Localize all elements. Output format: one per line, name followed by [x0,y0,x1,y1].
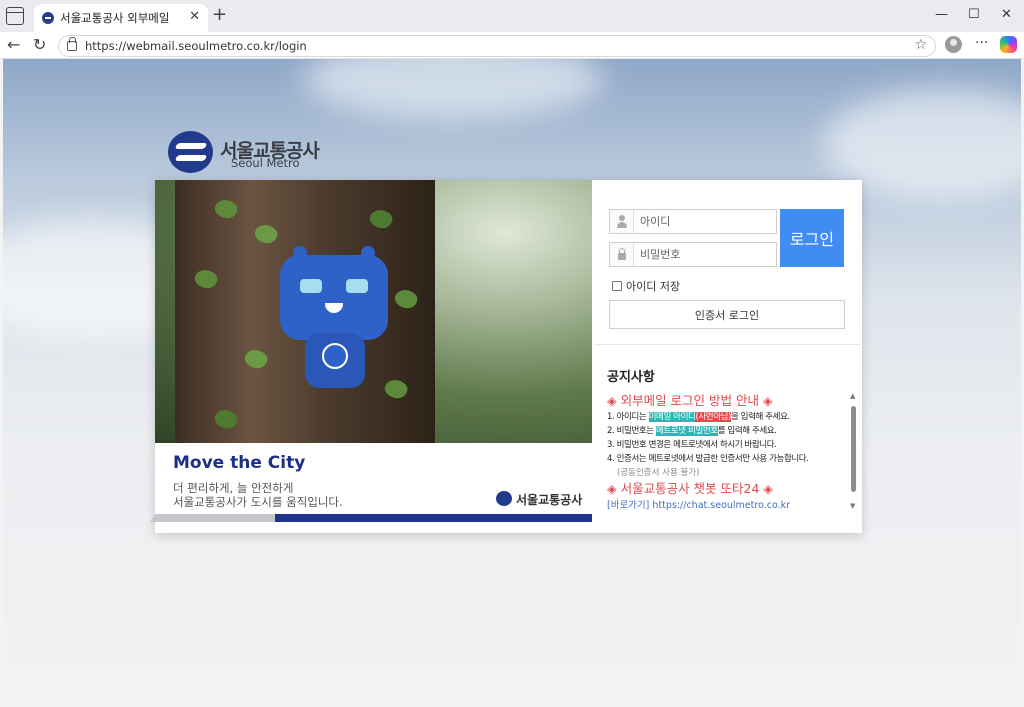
notice-line-4-note: (공동인증서 사용 불가) [617,468,700,478]
shortcut-url[interactable]: https://chat.seoulmetro.co.kr [652,500,790,511]
tab-actions-icon[interactable] [6,7,24,25]
mascot-mouth-shape [325,303,343,313]
refresh-icon[interactable]: ↻ [33,35,46,54]
navy-stripe [275,514,592,522]
notice-content[interactable]: ◈ 외부메일 로그인 방법 안내 ◈ 1. 아이디는 이메일 아이디(사번아님)… [607,392,845,514]
tab-title: 서울교통공사 외부메일 [60,11,170,25]
seoul-metro-emblem-icon [168,131,213,173]
shortcut-label[interactable]: [바로가기] [607,500,649,511]
certificate-login-button[interactable]: 인증서 로그인 [609,300,845,329]
person-icon [610,210,634,233]
slogan-subtitle-line2: 서울교통공사가 도시를 움직입니다. [173,495,343,509]
favicon-icon [42,12,54,24]
divider [594,344,860,345]
profile-icon[interactable] [945,36,962,53]
notice-line-2: 2. 비밀번호는 메트로넷 비밀번호를 입력해 주세요. [607,424,845,438]
notice-line-3: 3. 비밀번호 변경은 메트로넷에서 하시기 바랍니다. [607,440,777,450]
browser-nav-bar: ← ↻ https://webmail.seoulmetro.co.kr/log… [0,32,1024,59]
back-icon[interactable]: ← [7,35,20,54]
id-input[interactable] [640,213,770,230]
footer-logo-text: 서울교통공사 [516,493,583,507]
login-panel: 로그인 아이디 저장 인증서 로그인 공지사항 ◈ 외부메일 로그인 방법 안내… [592,180,862,533]
logo-english-text: Seoul Metro [231,156,300,170]
mascot-head-shape [280,255,388,340]
save-id-checkbox[interactable] [612,281,622,291]
lock-icon[interactable] [67,37,77,51]
notice-highlight-metronet-password: 메트로넷 비밀번호 [656,426,718,436]
address-bar[interactable]: https://webmail.seoulmetro.co.kr/login ☆ [58,35,936,57]
notice-line-2-prefix: 2. 비밀번호는 [607,426,657,436]
login-card: Move the City 더 편리하게, 늘 안전하게 서울교통공사가 도시를… [150,180,862,533]
password-field[interactable] [609,242,777,267]
login-button[interactable]: 로그인 [780,209,844,267]
notice-scrollbar[interactable]: ▲ ▼ [849,392,858,514]
scroll-down-icon[interactable]: ▼ [850,502,855,510]
notice-line-4: 4. 인증서는 메트로넷에서 발급한 인증서만 사용 가능합니다. [607,454,809,464]
cloud-decoration [303,59,603,119]
copilot-icon[interactable] [1000,36,1017,53]
mascot-photo [155,180,592,443]
notice-line-2-suffix: 를 입력해 주세요. [717,426,777,436]
browser-tab-bar: 서울교통공사 외부메일 ✕ + — ☐ ✕ [0,0,1024,32]
chatbot-shortcut-link[interactable]: [바로가기] https://chat.seoulmetro.co.kr [607,498,845,514]
mascot-eye-shape [346,279,368,293]
new-tab-button[interactable]: + [212,4,227,25]
slogan-title: Move the City [173,453,306,473]
browser-tab[interactable]: 서울교통공사 외부메일 ✕ [34,4,208,32]
notice-heading-chatbot: ◈ 서울교통공사 챗봇 또타24 ◈ [607,481,774,496]
notice-line-1-prefix: 1. 아이디는 [607,412,649,422]
minimize-icon[interactable]: — [935,7,948,22]
notice-highlight-not-employee-no: (사번아님) [695,412,731,422]
lock-icon [610,243,634,266]
notice-line-1: 1. 아이디는 이메일 아이디(사번아님)을 입력해 주세요. [607,410,845,424]
scroll-thumb[interactable] [851,406,856,492]
mascot-eye-shape [300,279,322,293]
scroll-up-icon[interactable]: ▲ [850,392,855,400]
more-menu-icon[interactable]: ··· [975,35,988,51]
mascot-body-shape [305,333,365,388]
mascot-logo-badge-icon [322,343,348,369]
favorite-star-icon[interactable]: ☆ [914,37,927,53]
notice-title: 공지사항 [607,370,655,385]
notice-line-1-suffix: 을 입력해 주세요. [730,412,790,422]
save-id-label[interactable]: 아이디 저장 [626,278,680,294]
notice-heading-login-guide: ◈ 외부메일 로그인 방법 안내 ◈ [607,393,773,408]
maximize-icon[interactable]: ☐ [968,7,980,22]
close-tab-icon[interactable]: ✕ [189,9,200,24]
id-field[interactable] [609,209,777,234]
save-id-option[interactable]: 아이디 저장 [612,278,680,294]
seoul-metro-emblem-icon [496,491,512,506]
close-window-icon[interactable]: ✕ [1001,7,1012,22]
url-text[interactable]: https://webmail.seoulmetro.co.kr/login [85,39,307,53]
password-input[interactable] [640,246,770,263]
notice-highlight-email-id: 이메일 아이디 [648,412,696,422]
